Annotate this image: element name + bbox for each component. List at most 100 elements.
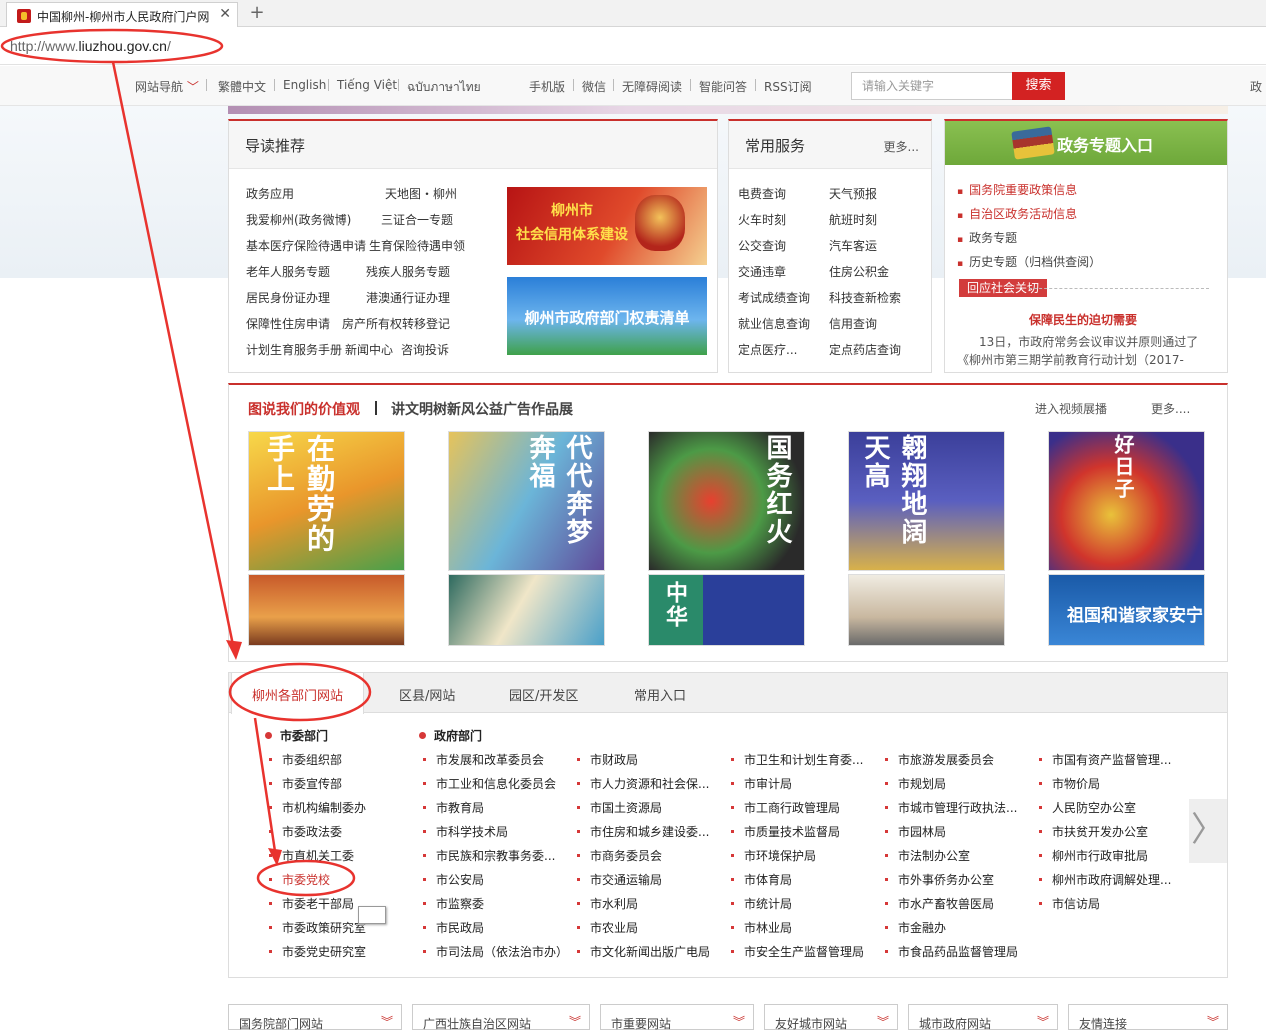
service-link[interactable]: 就业信息查询: [738, 315, 810, 332]
service-link[interactable]: 科技查新检索: [829, 289, 901, 306]
dept-link[interactable]: 市交通运输局: [577, 871, 715, 888]
poster[interactable]: [448, 574, 605, 646]
service-link[interactable]: 汽车客运: [829, 237, 877, 254]
dept-link[interactable]: 市园林局: [885, 823, 1023, 840]
credit-system-banner[interactable]: 柳州市 社会信用体系建设: [507, 187, 707, 265]
lang-english[interactable]: English: [283, 78, 326, 92]
search-input[interactable]: 请输入关键字: [851, 72, 1013, 100]
dept-link[interactable]: 市水产畜牧兽医局: [885, 895, 1023, 912]
wechat-link[interactable]: 微信: [582, 78, 606, 95]
dept-link[interactable]: 市委政法委: [269, 823, 407, 840]
dept-link[interactable]: 市林业局: [731, 919, 869, 936]
dept-link[interactable]: 市统计局: [731, 895, 869, 912]
dept-link[interactable]: 市发展和改革委员会: [423, 751, 561, 768]
power-list-banner[interactable]: 柳州市政府部门权责清单: [507, 277, 707, 355]
dept-link[interactable]: 人民防空办公室: [1039, 799, 1177, 816]
dropdown-friend-links[interactable]: 友情连接 ︾: [1068, 1004, 1228, 1030]
guide-link[interactable]: 房产所有权转移登记: [342, 315, 450, 332]
service-link[interactable]: 定点医疗...: [738, 341, 797, 358]
service-link[interactable]: 天气预报: [829, 185, 877, 202]
dept-link[interactable]: 市扶贫开发办公室: [1039, 823, 1177, 840]
dropdown-state-council[interactable]: 国务院部门网站 ︾: [228, 1004, 402, 1030]
video-link[interactable]: 进入视频展播: [1035, 400, 1107, 417]
guide-link[interactable]: 老年人服务专题: [246, 263, 330, 280]
qa-link[interactable]: 智能问答: [699, 78, 747, 95]
guide-link[interactable]: 咨询投诉: [401, 341, 449, 358]
dept-link[interactable]: 市城市管理行政执法...: [885, 799, 1023, 816]
values-subtitle[interactable]: 讲文明树新风公益广告作品展: [391, 399, 573, 419]
dropdown-city-important[interactable]: 市重要网站 ︾: [600, 1004, 754, 1030]
address-bar[interactable]: http://www.liuzhou.gov.cn/: [0, 27, 1266, 65]
service-link[interactable]: 火车时刻: [738, 211, 786, 228]
gov-topics-header[interactable]: 政务专题入口: [945, 121, 1227, 165]
dept-link[interactable]: 市直机关工委: [269, 847, 407, 864]
topic-link[interactable]: 政务专题: [957, 229, 1017, 246]
browser-tab[interactable]: 中国柳州-柳州市人民政府门户网 ✕: [6, 2, 238, 27]
lang-vietnamese[interactable]: Tiếng Việt: [337, 78, 397, 92]
dept-link[interactable]: 市国土资源局: [577, 799, 715, 816]
service-link[interactable]: 航班时刻: [829, 211, 877, 228]
dept-link[interactable]: 市食品药品监督管理局: [885, 943, 1023, 960]
poster[interactable]: [248, 574, 405, 646]
service-link[interactable]: 公交查询: [738, 237, 786, 254]
url-text[interactable]: http://www.liuzhou.gov.cn/: [10, 38, 171, 54]
poster[interactable]: 代代奔梦奔福: [448, 431, 605, 571]
site-nav-menu[interactable]: 网站导航 ﹀: [135, 78, 199, 95]
new-tab-button[interactable]: +: [246, 2, 268, 24]
topic-link[interactable]: 国务院重要政策信息: [957, 181, 1077, 198]
dept-link[interactable]: 市公安局: [423, 871, 561, 888]
dept-link[interactable]: 市外事侨务办公室: [885, 871, 1023, 888]
dept-link[interactable]: 市环境保护局: [731, 847, 869, 864]
dept-link[interactable]: 市信访局: [1039, 895, 1177, 912]
dept-link[interactable]: 市民政局: [423, 919, 561, 936]
dept-link[interactable]: 市科学技术局: [423, 823, 561, 840]
search-button[interactable]: 搜索: [1012, 72, 1065, 100]
guide-link[interactable]: 保障性住房申请: [246, 315, 330, 332]
guide-link[interactable]: 居民身份证办理: [246, 289, 330, 306]
dept-link[interactable]: 市工业和信息化委员会: [423, 775, 561, 792]
next-page-arrow-icon[interactable]: 〉: [1189, 799, 1227, 863]
dept-link[interactable]: 市商务委员会: [577, 847, 715, 864]
service-link[interactable]: 信用查询: [829, 315, 877, 332]
dept-link[interactable]: 市委宣传部: [269, 775, 407, 792]
accessible-link[interactable]: 无障碍阅读: [622, 78, 682, 95]
dept-link[interactable]: 市委政策研究室: [269, 919, 407, 936]
tab-dept-websites[interactable]: 柳州各部门网站: [231, 673, 365, 714]
nav-overflow-text[interactable]: 政: [1250, 78, 1262, 95]
dept-link[interactable]: 市委党史研究室: [269, 943, 407, 960]
tab-common-entries[interactable]: 常用入口: [634, 685, 686, 704]
topic-link[interactable]: 自治区政务活动信息: [957, 205, 1077, 222]
dept-link[interactable]: 市教育局: [423, 799, 561, 816]
dropdown-city-gov[interactable]: 城市政府网站 ︾: [908, 1004, 1058, 1030]
poster[interactable]: 翱翔地阔天高: [848, 431, 1005, 571]
dept-link[interactable]: 市民族和宗教事务委...: [423, 847, 561, 864]
poster[interactable]: 国务红火: [648, 431, 805, 571]
service-link[interactable]: 交通违章: [738, 263, 786, 280]
dept-link[interactable]: 市国有资产监督管理...: [1039, 751, 1177, 768]
values-more-link[interactable]: 更多....: [1151, 400, 1190, 417]
dept-link[interactable]: 市监察委: [423, 895, 561, 912]
guide-link[interactable]: 残疾人服务专题: [366, 263, 450, 280]
dept-link[interactable]: 柳州市政府调解处理...: [1039, 871, 1177, 888]
dept-link[interactable]: 市财政局: [577, 751, 715, 768]
poster[interactable]: [848, 574, 1005, 646]
service-link[interactable]: 电费查询: [738, 185, 786, 202]
dept-link[interactable]: 市文化新闻出版广电局: [577, 943, 715, 960]
dept-link[interactable]: 市司法局（依法治市办）: [423, 943, 561, 960]
dept-link[interactable]: 市旅游发展委员会: [885, 751, 1023, 768]
headline-link[interactable]: 保障民生的迫切需要: [1029, 311, 1137, 328]
dept-link[interactable]: 市工商行政管理局: [731, 799, 869, 816]
dept-link[interactable]: 市机构编制委办: [269, 799, 407, 816]
rss-link[interactable]: RSS订阅: [764, 78, 812, 95]
service-link[interactable]: 住房公积金: [829, 263, 889, 280]
guide-link[interactable]: 新闻中心: [345, 341, 393, 358]
mobile-link[interactable]: 手机版: [529, 78, 565, 95]
poster[interactable]: 好日子: [1048, 431, 1205, 571]
dept-link[interactable]: 市卫生和计划生育委...: [731, 751, 869, 768]
poster[interactable]: 祖国和谐家家安宁: [1048, 574, 1205, 646]
dept-link[interactable]: 市物价局: [1039, 775, 1177, 792]
dept-link[interactable]: 市安全生产监督管理局: [731, 943, 869, 960]
lang-thai[interactable]: ฉบับภาษาไทย: [407, 78, 481, 97]
tab-parks[interactable]: 园区/开发区: [509, 685, 578, 704]
guide-link[interactable]: 天地图・柳州: [385, 185, 457, 202]
